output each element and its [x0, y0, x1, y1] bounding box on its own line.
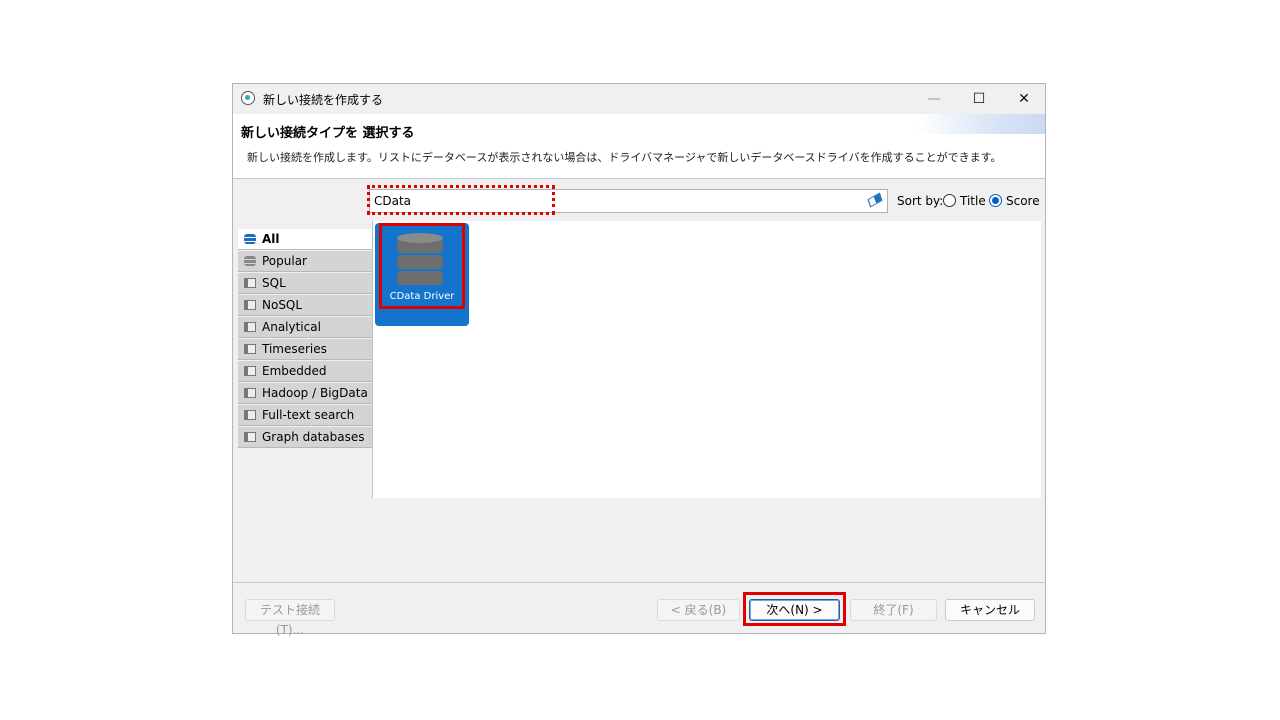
driver-grid: CData Driver [372, 221, 1041, 498]
category-label: All [262, 232, 280, 246]
search-highlight [367, 185, 555, 215]
category-label: SQL [262, 276, 286, 290]
sort-title-radio[interactable] [943, 194, 956, 207]
page-title: 新しい接続タイプを 選択する [241, 126, 415, 141]
folder-icon [244, 344, 256, 354]
category-full-text-search[interactable]: Full-text search [238, 405, 372, 426]
new-connection-dialog: 新しい接続を作成する — ☐ ✕ 新しい接続タイプを 選択する 新しい接続を作成… [232, 83, 1046, 637]
sort-score-label[interactable]: Score [1006, 194, 1040, 208]
category-popular[interactable]: Popular [238, 251, 372, 272]
category-label: Graph databases [262, 430, 365, 444]
finish-button[interactable]: 終了(F) [850, 599, 937, 621]
database-icon [244, 234, 256, 244]
category-embedded[interactable]: Embedded [238, 361, 372, 382]
category-analytical[interactable]: Analytical [238, 317, 372, 338]
category-list: All Popular SQL NoSQL Analytical Timeser… [238, 229, 372, 449]
cancel-button[interactable]: キャンセル [945, 599, 1035, 621]
next-button-highlight [743, 592, 846, 626]
category-label: Hadoop / BigData [262, 386, 368, 400]
sort-title-label[interactable]: Title [960, 194, 986, 208]
test-connection-button[interactable]: テスト接続(T)... [245, 599, 335, 637]
category-timeseries[interactable]: Timeseries [238, 339, 372, 360]
category-hadoop-bigdata[interactable]: Hadoop / BigData [238, 383, 372, 404]
category-sql[interactable]: SQL [238, 273, 372, 294]
sort-score-radio[interactable] [989, 194, 1002, 207]
minimize-button[interactable]: — [914, 88, 954, 110]
folder-icon [244, 322, 256, 332]
sort-by-label: Sort by: [897, 194, 944, 208]
database-icon [244, 256, 256, 266]
window-title: 新しい接続を作成する [263, 93, 384, 107]
back-button[interactable]: < 戻る(B) [657, 599, 740, 621]
category-nosql[interactable]: NoSQL [238, 295, 372, 316]
title-bar: 新しい接続を作成する — ☐ ✕ [233, 84, 1045, 114]
app-icon [241, 91, 255, 105]
category-all[interactable]: All [238, 229, 372, 250]
category-label: Popular [262, 254, 307, 268]
folder-icon [244, 278, 256, 288]
wizard-header: 新しい接続タイプを 選択する 新しい接続を作成します。リストにデータベースが表示… [233, 114, 1045, 179]
folder-icon [244, 366, 256, 376]
maximize-button[interactable]: ☐ [959, 88, 999, 110]
driver-tile-cdata[interactable]: CData Driver [375, 223, 469, 326]
folder-icon [244, 410, 256, 420]
page-description: 新しい接続を作成します。リストにデータベースが表示されない場合は、ドライバマネー… [247, 151, 1002, 164]
folder-icon [244, 300, 256, 310]
folder-icon [244, 432, 256, 442]
eraser-icon[interactable] [867, 192, 883, 208]
category-label: NoSQL [262, 298, 303, 312]
category-label: Full-text search [262, 408, 355, 422]
header-decoration [905, 114, 1045, 134]
category-label: Analytical [262, 320, 321, 334]
category-label: Timeseries [262, 342, 327, 356]
footer-divider [233, 582, 1045, 583]
folder-icon [244, 388, 256, 398]
category-graph-databases[interactable]: Graph databases [238, 427, 372, 448]
driver-highlight [379, 223, 465, 309]
category-label: Embedded [262, 364, 327, 378]
close-button[interactable]: ✕ [1004, 88, 1044, 110]
